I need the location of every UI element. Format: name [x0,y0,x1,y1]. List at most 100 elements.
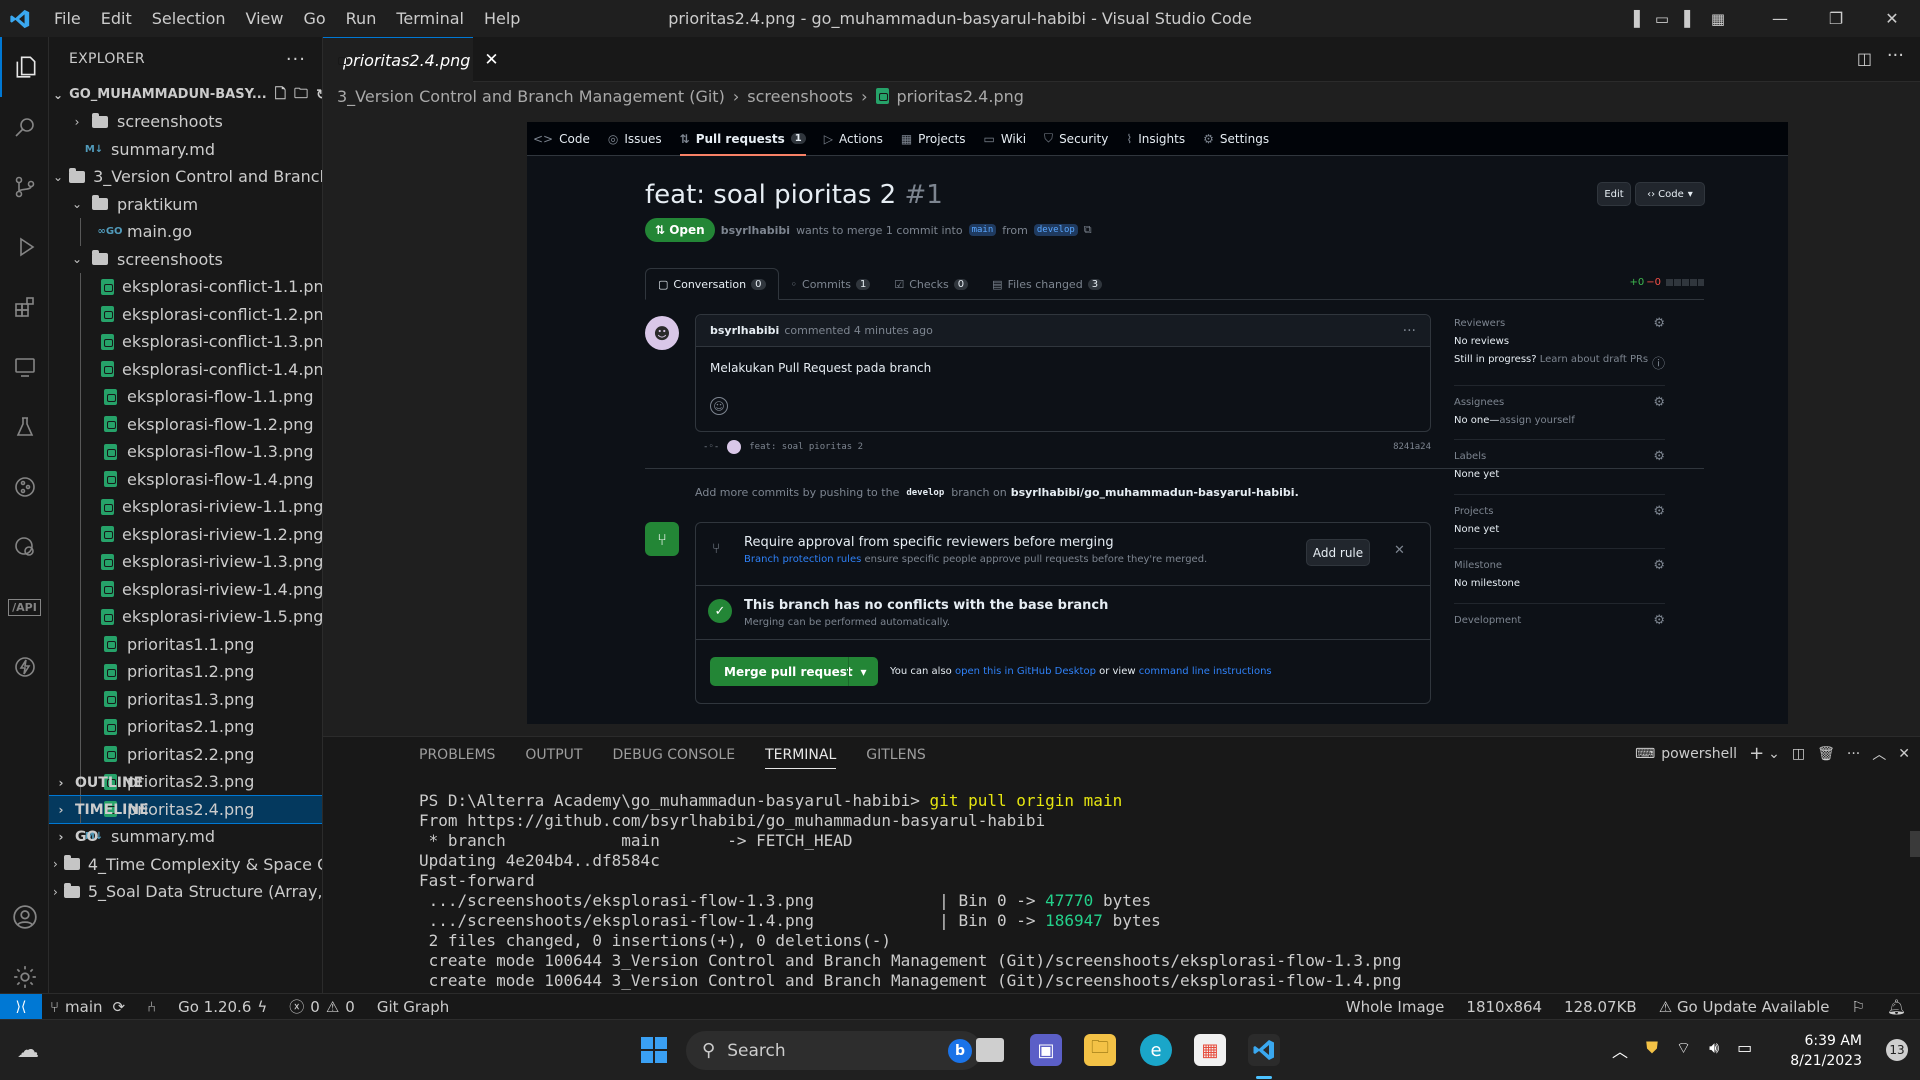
tree-folder[interactable]: › 5_Soal Data Structure (Array, Slice, ..… [49,878,322,906]
tab-debug-console[interactable]: DEBUG CONSOLE [612,747,735,769]
panel-more-icon[interactable]: ··· [1847,746,1860,762]
tab-terminal[interactable]: TERMINAL [765,747,837,769]
tree-file[interactable]: ∞GO main.go [49,218,322,246]
weather-icon[interactable]: ☁ [12,1034,44,1066]
edge-browser-icon[interactable]: e [1140,1034,1172,1066]
tree-file[interactable]: prioritas1.3.png [49,685,322,713]
windows-start-icon[interactable] [638,1034,670,1066]
bing-icon[interactable]: b [948,1038,972,1063]
git-graph-label[interactable]: Git Graph [377,998,449,1016]
accounts-icon[interactable] [0,887,49,947]
menu-run[interactable]: Run [346,9,377,28]
show-hidden-icons-icon[interactable]: ︿ [1612,1038,1628,1062]
sync-icon[interactable]: ⟳ [113,998,126,1016]
close-tab-icon[interactable]: ✕ [484,50,498,70]
menu-file[interactable]: File [54,9,81,28]
toggle-secondary-sidebar-icon[interactable]: ▌ [1676,0,1704,37]
tree-file[interactable]: eksplorasi-riview-1.5.png [49,603,322,631]
vscode-taskbar-icon[interactable] [1248,1034,1280,1066]
testing-icon[interactable] [0,397,49,457]
tree-folder[interactable]: ⌄ 3_Version Control and Branch Man... [49,163,322,191]
extensions-icon[interactable] [0,277,49,337]
pr-tab-commits[interactable]: ◦ Commits 1 [779,268,883,300]
edit-title-button[interactable]: Edit [1597,182,1631,206]
branch-protection-link[interactable]: Branch protection rules [744,554,861,565]
more-actions-icon[interactable]: ··· [286,49,306,70]
new-folder-icon[interactable]: 🗀 [294,83,308,107]
file-explorer-icon[interactable]: 🗀 [1084,1034,1116,1066]
security-alert-icon[interactable]: ⛊ [1646,1038,1658,1062]
wifi-icon[interactable]: ⌔ [1676,1038,1691,1062]
terminal-dropdown-icon[interactable]: ⌄ [1768,746,1780,762]
restore-button[interactable]: ❐ [1808,0,1864,37]
refresh-icon[interactable]: ↻ [316,87,322,103]
gh-nav-actions[interactable]: ▷ Actions [824,122,883,156]
gitlens-icon[interactable] [0,517,49,577]
breadcrumb-file[interactable]: prioritas2.4.png [897,87,1024,106]
merge-pr-button[interactable]: Merge pull request ▾ [710,657,878,686]
assign-yourself-link[interactable]: assign yourself [1499,415,1574,426]
branch-indicator[interactable]: ⑂ main ⟳ [50,998,125,1016]
tree-file[interactable]: eksplorasi-riview-1.4.png [49,575,322,603]
cli-instructions-link[interactable]: command line instructions [1139,666,1272,677]
tree-file[interactable]: prioritas1.1.png [49,630,322,658]
gh-nav-settings[interactable]: ⚙ Settings [1203,122,1269,156]
pr-tab-files-changed[interactable]: ▤ Files changed 3 [980,268,1114,300]
gh-nav-pull-requests[interactable]: ⇅ Pull requests 1 [679,122,806,156]
gear-icon[interactable]: ⚙ [1653,504,1665,519]
base-branch[interactable]: main [968,224,997,236]
sidebar-heading-labels[interactable]: Labels [1454,451,1486,462]
code-dropdown-button[interactable]: ‹› Code ▾ [1635,182,1705,206]
sidebar-heading-projects[interactable]: Projects [1454,506,1493,517]
git-graph-icon[interactable] [0,457,49,517]
minimize-button[interactable]: — [1752,0,1808,37]
comment-menu-icon[interactable]: ··· [1403,323,1416,339]
head-branch[interactable]: develop [1033,224,1078,236]
api-client-icon[interactable]: /API [0,577,49,637]
kill-terminal-icon[interactable]: 🗑 [1817,746,1835,762]
tree-file[interactable]: eksplorasi-riview-1.2.png [49,520,322,548]
tree-file[interactable]: eksplorasi-flow-1.4.png [49,465,322,493]
sidebar-heading-milestone[interactable]: Milestone [1454,560,1502,571]
gh-nav-insights[interactable]: ⌇ Insights [1126,122,1185,156]
github-desktop-link[interactable]: open this in GitHub Desktop [955,666,1096,677]
remote-explorer-icon[interactable] [0,337,49,397]
tree-file[interactable]: eksplorasi-flow-1.2.png [49,410,322,438]
tab-problems[interactable]: PROBLEMS [419,747,495,769]
commit-sha[interactable]: 8241a24 [1393,442,1431,452]
close-window-button[interactable]: ✕ [1864,0,1920,37]
breadcrumb-folder[interactable]: 3_Version Control and Branch Management … [337,87,725,106]
gear-icon[interactable]: ⚙ [1653,558,1665,573]
taskbar-search[interactable]: ⚲ Search b [686,1031,982,1070]
tree-folder[interactable]: ⌄ praktikum [49,191,322,219]
thunder-client-icon[interactable] [0,637,49,697]
notification-count-badge[interactable]: 13 [1886,1039,1908,1061]
menu-terminal[interactable]: Terminal [396,9,464,28]
commit-message[interactable]: feat: soal pioritas 2 [749,442,863,452]
outline-section[interactable]: › OUTLINE [49,769,322,796]
explorer-icon[interactable] [0,37,49,97]
tree-file[interactable]: eksplorasi-conflict-1.3.png [49,328,322,356]
toggle-panel-icon[interactable]: ▭ [1648,0,1676,37]
menu-view[interactable]: View [246,9,284,28]
go-update[interactable]: ⚠ Go Update Available [1659,998,1830,1016]
feedback-icon[interactable]: ⚐ [1852,998,1865,1016]
pr-author[interactable]: bsyrlhabibi [721,224,790,237]
sidebar-heading-development[interactable]: Development [1454,615,1521,626]
editor-tab[interactable]: prioritas2.4.png ✕ [323,37,499,82]
gh-nav-code[interactable]: <> Code [533,122,590,156]
split-editor-icon[interactable]: ◫ [1857,49,1872,68]
run-debug-icon[interactable] [0,217,49,277]
terminal-output[interactable]: PS D:\Alterra Academy\go_muhammadun-basy… [419,791,1402,991]
tab-output[interactable]: OUTPUT [525,747,582,769]
gh-nav-projects[interactable]: ▦ Projects [901,122,966,156]
terminal-shell-name[interactable]: powershell [1661,746,1737,762]
gear-icon[interactable]: ⚙ [1653,316,1665,331]
tree-file[interactable]: eksplorasi-conflict-1.2.png [49,300,322,328]
pr-tab-conversation[interactable]: ▢ Conversation 0 [645,268,779,300]
system-clock[interactable]: 6:39 AM 8/21/2023 [1790,1031,1862,1071]
menu-help[interactable]: Help [484,9,520,28]
tree-file[interactable]: eksplorasi-conflict-1.1.png [49,273,322,301]
tree-file[interactable]: eksplorasi-flow-1.1.png [49,383,322,411]
volume-icon[interactable]: 🔊︎ [1709,1038,1719,1062]
